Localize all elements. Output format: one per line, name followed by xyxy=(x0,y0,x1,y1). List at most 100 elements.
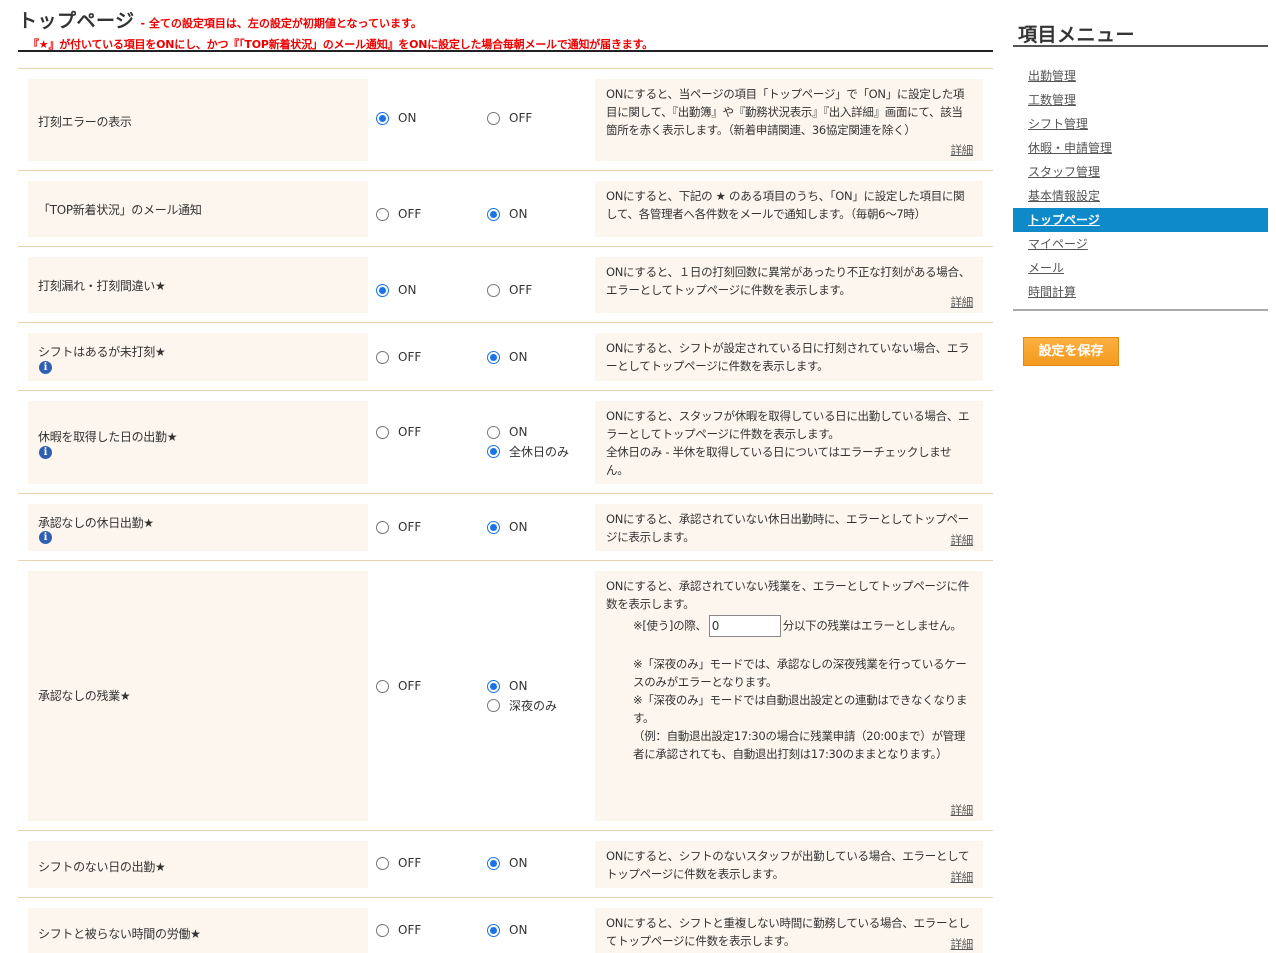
radio-option-off[interactable]: OFF xyxy=(376,923,421,937)
radio-button[interactable] xyxy=(487,856,500,870)
description-cell: ONにすると、シフトのないスタッフが出勤している場合、エラーとしてトップページに… xyxy=(595,841,983,888)
radio-button[interactable] xyxy=(487,699,500,712)
sidebar-item-man-hours[interactable]: 工数管理 xyxy=(1013,88,1268,112)
radio-option-on[interactable]: ON xyxy=(487,350,527,364)
radio-option-full-holiday-only[interactable]: 全休日のみ xyxy=(487,443,569,460)
radio-option-off[interactable]: OFF xyxy=(376,425,421,439)
radio-button[interactable] xyxy=(487,111,500,125)
description-cell: ONにすると、承認されていない残業を、エラーとしてトップページに件数を表示します… xyxy=(595,571,983,821)
radio-button[interactable] xyxy=(376,923,389,937)
radio-button[interactable] xyxy=(376,679,389,693)
label-cell: 承認なしの残業★ xyxy=(28,571,368,821)
sidebar-item-mail[interactable]: メール xyxy=(1013,256,1268,280)
radio-label: OFF xyxy=(509,283,533,297)
radio-button[interactable] xyxy=(376,856,389,870)
description-text: ONにすると、シフトと重複しない時間に勤務している場合、エラーとしてトップページ… xyxy=(606,916,970,948)
sidebar-item-top-page[interactable]: トップページ xyxy=(1013,208,1268,232)
description-text: 全休日のみ - 半休を取得している日についてはエラーチェックしません。 xyxy=(606,445,952,477)
radio-option-on[interactable]: ON xyxy=(487,520,527,534)
sidebar-item-time-calc[interactable]: 時間計算 xyxy=(1013,280,1268,304)
description-cell: ONにすると、下記の ★ のある項目のうち、「ON」に設定した項目に関して、各管… xyxy=(595,181,983,237)
radio-option-off[interactable]: OFF xyxy=(376,350,421,364)
setting-row-error-display: 打刻エラーの表示 ON OFF ONにすると、当ページの項目「トップページ」で「… xyxy=(18,69,993,171)
description-text: ※「深夜のみ」モードでは自動退出設定との連動はできなくなります。 xyxy=(633,693,968,725)
sidebar-item-attendance[interactable]: 出勤管理 xyxy=(1013,64,1268,88)
setting-label: 承認なしの残業★ xyxy=(38,689,131,703)
radio-option-on[interactable]: ON xyxy=(376,111,416,125)
radio-option-on[interactable]: ON xyxy=(487,923,527,937)
sidebar: 項目メニュー 出勤管理 工数管理 シフト管理 休暇・申請管理 スタッフ管理 基本… xyxy=(1013,0,1268,366)
radio-option-on[interactable]: ON xyxy=(487,425,527,439)
radio-button[interactable] xyxy=(376,520,389,534)
radio-button[interactable] xyxy=(487,445,500,458)
radio-option-on[interactable]: ON xyxy=(487,679,527,693)
radio-option-off[interactable]: OFF xyxy=(376,679,421,693)
setting-label: 打刻漏れ・打刻間違い★ xyxy=(38,279,166,293)
setting-row-no-shift-work: シフトのない日の出勤★ OFF ON ONにすると、シフトのないスタッフが出勤し… xyxy=(18,831,993,898)
detail-link[interactable]: 詳細 xyxy=(951,141,974,159)
overtime-minutes-input[interactable]: 0 xyxy=(708,615,781,637)
detail-link[interactable]: 詳細 xyxy=(951,868,974,886)
radio-button[interactable] xyxy=(487,425,500,439)
radio-option-on[interactable]: ON xyxy=(487,856,527,870)
radio-option-off[interactable]: OFF xyxy=(487,111,532,125)
sidebar-item-leave-requests[interactable]: 休暇・申請管理 xyxy=(1013,136,1268,160)
sidebar-item-shift[interactable]: シフト管理 xyxy=(1013,112,1268,136)
radio-button[interactable] xyxy=(376,207,389,221)
setting-row-shift-no-punch: シフトはあるが未打刻★ i OFF ON ONにすると、シフトが設定されている日… xyxy=(18,323,993,391)
detail-link[interactable]: 詳細 xyxy=(951,293,974,311)
radio-button[interactable] xyxy=(376,425,389,439)
setting-label: 休暇を取得した日の出勤★ xyxy=(38,430,178,444)
radio-button[interactable] xyxy=(487,923,500,937)
radio-label: 深夜のみ xyxy=(509,699,558,713)
detail-link[interactable]: 詳細 xyxy=(951,935,974,953)
radio-label: ON xyxy=(509,350,528,364)
label-cell: シフトのない日の出勤★ xyxy=(28,841,368,888)
radio-label: OFF xyxy=(398,425,422,439)
radio-label: ON xyxy=(509,207,528,221)
detail-link[interactable]: 詳細 xyxy=(951,531,974,549)
page-header: トップページ - 全ての設定項目は、左の設定が初期値となっています。 『★』が付… xyxy=(18,0,993,52)
radio-button[interactable] xyxy=(376,350,389,364)
radio-button[interactable] xyxy=(376,111,389,125)
radio-option-on[interactable]: ON xyxy=(487,207,527,221)
info-icon[interactable]: i xyxy=(39,446,52,459)
label-cell: 打刻エラーの表示 xyxy=(28,79,368,161)
save-settings-button[interactable]: 設定を保存 xyxy=(1023,337,1119,366)
setting-row-off-shift-work: シフトと被らない時間の労働★ OFF ON ONにすると、シフトと重複しない時間… xyxy=(18,898,993,953)
radio-label: OFF xyxy=(398,520,422,534)
page-note: 『★』が付いている項目をONにし、かつ『「TOP新着状況」のメール通知』をONに… xyxy=(28,38,653,51)
setting-label: シフトと被らない時間の労働★ xyxy=(38,927,201,941)
setting-row-unapproved-overtime: 承認なしの残業★ OFF ON 深夜のみ ONにすると、承認されていない残業を、… xyxy=(18,561,993,831)
radio-button[interactable] xyxy=(487,207,500,221)
sidebar-item-my-page[interactable]: マイページ xyxy=(1013,232,1268,256)
radio-button[interactable] xyxy=(376,283,389,297)
sidebar-item-staff[interactable]: スタッフ管理 xyxy=(1013,160,1268,184)
info-icon[interactable]: i xyxy=(39,531,52,544)
radio-label: OFF xyxy=(398,923,422,937)
label-cell: シフトはあるが未打刻★ i xyxy=(28,333,368,381)
settings-table: 打刻エラーの表示 ON OFF ONにすると、当ページの項目「トップページ」で「… xyxy=(18,68,993,953)
radio-button[interactable] xyxy=(487,350,500,364)
detail-link[interactable]: 詳細 xyxy=(951,801,974,819)
sidebar-item-basic-settings[interactable]: 基本情報設定 xyxy=(1013,184,1268,208)
setting-label: 打刻エラーの表示 xyxy=(38,115,132,129)
radio-button[interactable] xyxy=(487,283,500,297)
radio-option-off[interactable]: OFF xyxy=(376,856,421,870)
radio-option-off[interactable]: OFF xyxy=(376,520,421,534)
main-content: トップページ - 全ての設定項目は、左の設定が初期値となっています。 『★』が付… xyxy=(18,0,993,953)
description-cell: ONにすると、当ページの項目「トップページ」で「ON」に設定した項目に関して、『… xyxy=(595,79,983,161)
radio-option-on[interactable]: ON xyxy=(376,283,416,297)
radio-button[interactable] xyxy=(487,679,500,693)
info-icon[interactable]: i xyxy=(39,361,52,374)
description-text: （例：自動退出設定17:30の場合に残業申請（20:00まで）が管理者に承認され… xyxy=(633,729,966,761)
radio-option-night-only[interactable]: 深夜のみ xyxy=(487,697,557,714)
label-cell: 承認なしの休日出勤★ i xyxy=(28,504,368,551)
radio-button[interactable] xyxy=(487,520,500,534)
sidebar-divider xyxy=(1013,309,1268,311)
radio-label: ON xyxy=(509,520,528,534)
radio-label: ON xyxy=(509,679,528,693)
description-cell: ONにすると、承認されていない休日出勤時に、エラーとしてトップページに表示します… xyxy=(595,504,983,551)
radio-option-off[interactable]: OFF xyxy=(376,207,421,221)
radio-option-off[interactable]: OFF xyxy=(487,283,532,297)
